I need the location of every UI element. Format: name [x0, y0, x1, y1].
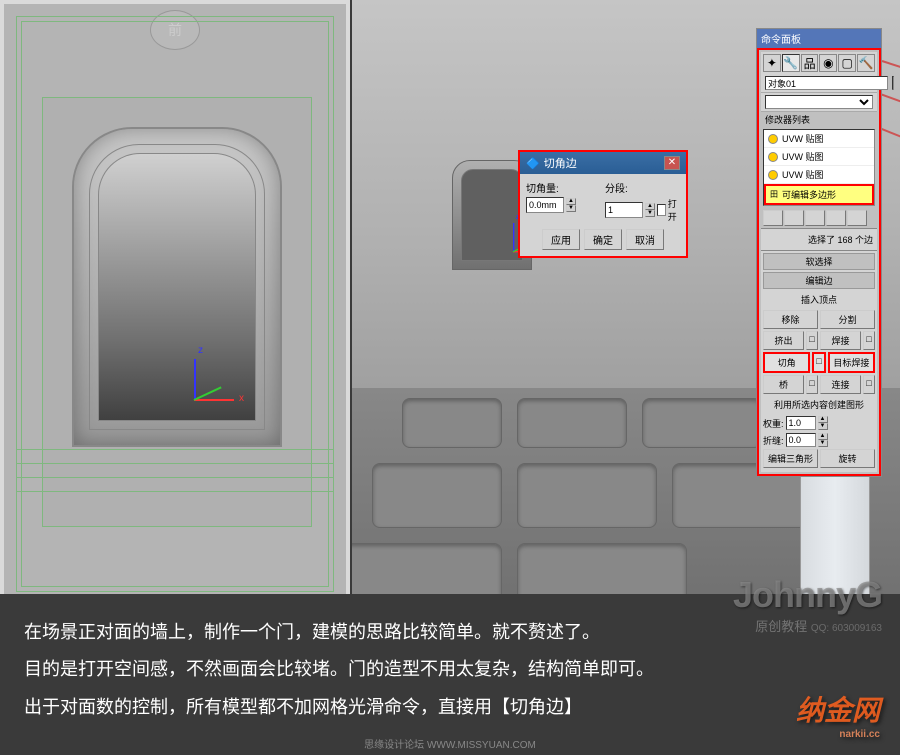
modifier-list-label: 修改器列表 [761, 112, 877, 127]
motion-tab[interactable]: ◉ [819, 54, 837, 72]
turn-button[interactable]: 旋转 [820, 449, 875, 468]
hierarchy-tab[interactable]: 品 [801, 54, 819, 72]
edit-edges-rollout[interactable]: 编辑边 [763, 272, 875, 289]
spinner-down[interactable]: ▼ [645, 210, 655, 217]
soft-select-rollout[interactable]: 软选择 [763, 253, 875, 270]
caption-line-3: 出于对面数的控制，所有模型都不加网格光滑命令，直接用【切角边】 [24, 689, 876, 727]
edit-tri-button[interactable]: 编辑三角形 [763, 449, 818, 468]
spinner-down[interactable]: ▼ [566, 205, 576, 212]
utilities-tab[interactable]: 🔨 [857, 54, 875, 72]
connect-button[interactable]: 连接 [820, 375, 861, 394]
show-end-result-button[interactable] [784, 210, 804, 226]
caption-line-2: 目的是打开空间感，不然画面会比较堵。门的造型不用太复杂，结构简单即可。 [24, 651, 876, 689]
command-panel: 命令面板 ✦ 🔧 品 ◉ ▢ 🔨 修改器列表 UVW 贴图 UVW 贴图 UVW… [756, 28, 882, 477]
spinner-up[interactable]: ▲ [818, 433, 828, 440]
bulb-icon[interactable] [768, 170, 778, 180]
dialog-title: 切角边 [544, 155, 577, 171]
wireframe-bounds [16, 16, 334, 592]
spinner-down[interactable]: ▼ [818, 440, 828, 447]
weld-settings-button[interactable]: □ [863, 331, 875, 350]
bridge-button[interactable]: 桥 [763, 375, 804, 394]
close-button[interactable]: ✕ [664, 156, 680, 170]
split-button[interactable]: 分割 [820, 310, 875, 329]
panel-category-tabs: ✦ 🔧 品 ◉ ▢ 🔨 [761, 52, 877, 74]
object-color-swatch[interactable] [892, 76, 894, 90]
modifier-item[interactable]: UVW 贴图 [764, 148, 874, 166]
modifier-stack[interactable]: UVW 贴图 UVW 贴图 UVW 贴图 田可编辑多边形 [763, 129, 875, 206]
remove-modifier-button[interactable] [826, 210, 846, 226]
remove-button[interactable]: 移除 [763, 310, 818, 329]
modifier-list-dropdown[interactable] [765, 95, 873, 109]
chamfer-settings-button[interactable]: □ [812, 352, 825, 373]
chamfer-dialog: 🔷切角边 ✕ 切角量: ▲▼ 分段: ▲▼ 打开 [518, 150, 688, 258]
pin-stack-button[interactable] [763, 210, 783, 226]
modifier-item-editable-poly[interactable]: 田可编辑多边形 [764, 184, 874, 205]
bulb-icon[interactable] [768, 152, 778, 162]
object-name-input[interactable] [765, 76, 888, 90]
open-label: 打开 [668, 197, 680, 223]
crease-input[interactable] [786, 433, 816, 447]
extrude-settings-button[interactable]: □ [806, 331, 818, 350]
modifier-item[interactable]: UVW 贴图 [764, 166, 874, 184]
spinner-up[interactable]: ▲ [818, 416, 828, 423]
configure-sets-button[interactable] [847, 210, 867, 226]
spinner-up[interactable]: ▲ [566, 198, 576, 205]
create-shape-label: 利用所选内容创建图形 [763, 396, 875, 413]
transform-gizmo[interactable] [164, 369, 224, 429]
bridge-settings-button[interactable]: □ [806, 375, 818, 394]
create-tab[interactable]: ✦ [763, 54, 781, 72]
ok-button[interactable]: 确定 [584, 229, 622, 250]
bulb-icon[interactable] [768, 134, 778, 144]
cancel-button[interactable]: 取消 [626, 229, 664, 250]
target-weld-button[interactable]: 目标焊接 [828, 352, 875, 373]
spinner-down[interactable]: ▼ [818, 423, 828, 430]
chamfer-button[interactable]: 切角 [763, 352, 810, 373]
apply-button[interactable]: 应用 [542, 229, 580, 250]
connect-settings-button[interactable]: □ [863, 375, 875, 394]
extrude-button[interactable]: 挤出 [763, 331, 804, 350]
insert-vertex-label: 插入顶点 [763, 291, 875, 308]
make-unique-button[interactable] [805, 210, 825, 226]
open-checkbox[interactable] [657, 204, 666, 216]
site-watermark: 纳金网 narkii.cc [796, 689, 880, 740]
weld-button[interactable]: 焊接 [820, 331, 861, 350]
crease-label: 折缝: [763, 432, 784, 447]
author-watermark: JohnnyG 原创教程 QQ: 603009163 [733, 574, 882, 635]
spinner-up[interactable]: ▲ [645, 203, 655, 210]
author-name: JohnnyG [733, 574, 882, 616]
chamfer-amount-input[interactable] [526, 197, 564, 213]
segments-label: 分段: [605, 180, 680, 195]
panel-title: 命令面板 [757, 29, 881, 48]
dialog-titlebar[interactable]: 🔷 切角边 ✕ [520, 152, 686, 174]
weight-label: 权重: [763, 415, 784, 430]
chamfer-amount-label: 切角量: [526, 180, 597, 195]
dialog-icon: 🔷 [526, 157, 540, 170]
modifier-item[interactable]: UVW 贴图 [764, 130, 874, 148]
weight-input[interactable] [786, 416, 816, 430]
display-tab[interactable]: ▢ [838, 54, 856, 72]
segments-input[interactable] [605, 202, 643, 218]
selection-info: 选择了 168 个边 [763, 231, 875, 248]
modify-tab[interactable]: 🔧 [782, 54, 800, 72]
footer-credit: 思缘设计论坛 WWW.MISSYUAN.COM [364, 736, 536, 751]
wireframe-viewport[interactable]: 前 [0, 0, 350, 608]
